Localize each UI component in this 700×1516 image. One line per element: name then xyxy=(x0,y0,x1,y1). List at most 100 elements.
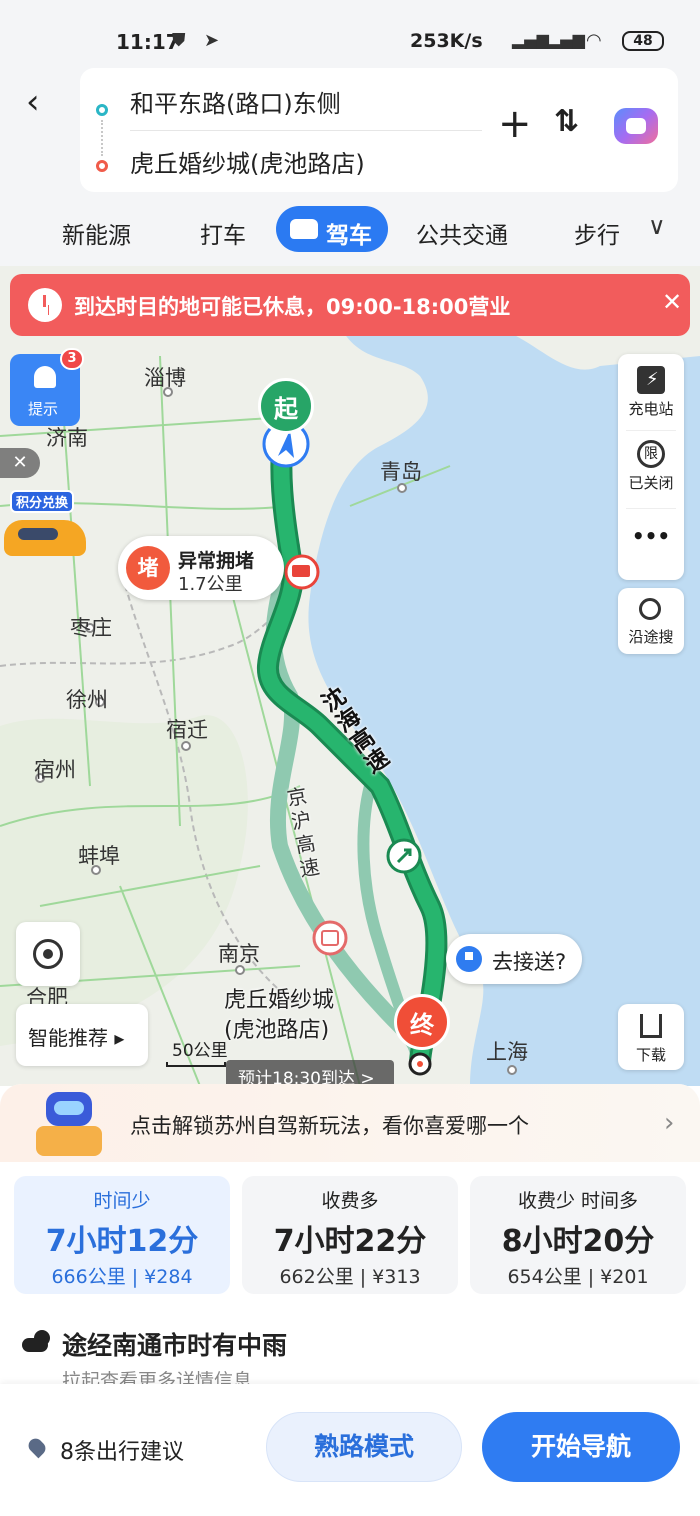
tab-public-transit[interactable]: 公共交通 xyxy=(416,216,508,250)
charging-station-button[interactable]: ⚡ 充电站 xyxy=(618,366,684,419)
pickup-button[interactable]: 去接送? xyxy=(446,934,582,984)
battery-indicator: 48 xyxy=(622,31,664,51)
destination-map-label: 虎丘婚纱城 (虎池路店) xyxy=(224,986,334,1046)
download-button[interactable]: 下载 xyxy=(618,1004,684,1070)
more-options-button[interactable]: ••• xyxy=(618,524,684,548)
route-connector xyxy=(101,120,103,156)
destination-dot-icon xyxy=(96,160,108,172)
route-option-card[interactable]: 时间少 7小时12分 666公里 | ¥284 xyxy=(14,1176,230,1294)
assistant-app-button[interactable] xyxy=(614,108,658,144)
status-time: 11:17 xyxy=(116,30,180,54)
familiar-route-mode-button[interactable]: 熟路模式 xyxy=(266,1412,462,1482)
city-label-qingdao: 青岛 xyxy=(380,460,422,484)
locate-icon xyxy=(33,939,63,969)
tab-new-energy[interactable]: 新能源 xyxy=(62,216,131,250)
route-meta: 654公里 | ¥201 xyxy=(507,1266,649,1288)
city-label-xuzhou: 徐州 xyxy=(66,688,108,712)
points-exchange-promo[interactable]: 积分兑换 xyxy=(0,486,92,566)
origin-field[interactable]: 和平东路(路口)东侧 xyxy=(130,84,341,119)
destination-field[interactable]: 虎丘婚纱城(虎池路店) xyxy=(130,144,365,179)
origin-dot-icon xyxy=(96,104,108,116)
restriction-label: 已关闭 xyxy=(628,474,674,492)
restriction-icon: 限 xyxy=(637,440,665,468)
notification-button[interactable]: 3 提示 xyxy=(10,348,84,426)
city-label-zibo: 淄博 xyxy=(144,366,186,390)
business-hours-alert[interactable]: 到达时目的地可能已休息，09:00-18:00营业 ✕ xyxy=(10,274,690,336)
charging-label: 充电站 xyxy=(628,400,674,418)
transport-mode-tabs: 新能源 打车 驾车 公共交通 步行 ∨ xyxy=(0,200,700,266)
search-along-route-button[interactable]: 沿途搜 xyxy=(618,588,684,654)
search-along-label: 沿途搜 xyxy=(628,628,674,646)
map-canvas xyxy=(0,318,700,1086)
route-tag: 时间少 xyxy=(93,1190,151,1212)
pickup-label: 去接送? xyxy=(492,950,567,974)
close-icon[interactable]: ✕ xyxy=(662,288,682,316)
route-input-box: 和平东路(路口)东侧 虎丘婚纱城(虎池路店) + ⇅ xyxy=(80,68,678,192)
jam-title: 异常拥堵 xyxy=(178,550,255,572)
weather-icon xyxy=(22,1330,52,1356)
destination-label-line1: 虎丘婚纱城 xyxy=(224,988,335,1013)
clock-icon xyxy=(28,288,62,322)
route-option-card[interactable]: 收费多 7小时22分 662公里 | ¥313 xyxy=(242,1176,458,1294)
route-meta: 662公里 | ¥313 xyxy=(279,1266,421,1288)
traffic-jam-bubble[interactable]: 堵 异常拥堵 1.7公里 xyxy=(118,536,284,600)
tab-taxi[interactable]: 打车 xyxy=(200,216,246,250)
route-meta: 666公里 | ¥284 xyxy=(51,1266,193,1288)
divider xyxy=(130,130,482,131)
search-icon xyxy=(639,598,661,620)
route-tag: 收费少 时间多 xyxy=(517,1190,639,1212)
flag-icon xyxy=(456,946,482,972)
route-duration: 8小时20分 xyxy=(501,1224,655,1259)
swap-route-button[interactable]: ⇅ xyxy=(554,104,579,139)
start-marker: 起 xyxy=(258,378,314,434)
action-footer: 8条出行建议 熟路模式 开始导航 xyxy=(0,1384,700,1516)
chevron-down-icon[interactable]: ∨ xyxy=(648,212,666,240)
start-navigation-button[interactable]: 开始导航 xyxy=(482,1412,680,1482)
map-scale-text: 50公里 xyxy=(172,1041,228,1061)
promo-close-button[interactable]: ✕ xyxy=(0,448,40,478)
search-header: ‹ 和平东路(路口)东侧 虎丘婚纱城(虎池路店) + ⇅ xyxy=(0,60,700,200)
tab-drive[interactable]: 驾车 xyxy=(276,206,388,252)
route-option-card[interactable]: 收费少 时间多 8小时20分 654公里 | ¥201 xyxy=(470,1176,686,1294)
map-view[interactable]: 沈海高速 京沪高速 淄博 济南 青岛 枣庄 徐州 宿迁 宿州 蚌埠 南京 合肥 … xyxy=(0,266,700,1086)
destination-label-line2: (虎池路店) xyxy=(224,1018,330,1043)
jam-distance: 1.7公里 xyxy=(178,574,243,595)
location-pin-icon xyxy=(25,1435,49,1459)
map-scale-bar xyxy=(166,1062,226,1067)
add-waypoint-button[interactable]: + xyxy=(498,104,532,144)
smart-recommend-button[interactable]: 智能推荐 ▸ xyxy=(16,1004,148,1066)
chevron-right-icon: › xyxy=(664,1108,675,1138)
city-label-nanjing: 南京 xyxy=(218,942,260,966)
banner-text: 点击解锁苏州自驾新玩法，看你喜爱哪一个 xyxy=(130,1114,529,1138)
city-label-bengbu: 蚌埠 xyxy=(78,844,120,868)
back-button[interactable]: ‹ xyxy=(26,82,62,122)
tab-walk[interactable]: 步行 xyxy=(574,216,620,250)
bell-icon xyxy=(34,366,56,388)
signal-icon-2: ▂▄▆ xyxy=(548,30,585,49)
promo-banner[interactable]: 点击解锁苏州自驾新玩法，看你喜爱哪一个 › xyxy=(0,1084,700,1162)
province-border xyxy=(0,595,301,667)
route-duration: 7小时12分 xyxy=(45,1224,199,1259)
download-label: 下载 xyxy=(635,1046,666,1064)
eta-pill[interactable]: 预计18:30到达 > xyxy=(226,1060,394,1086)
weather-subtitle: 拉起查看更多详情信息 xyxy=(62,1370,253,1384)
car-icon xyxy=(290,219,318,239)
signal-icon: ▂▄▆ xyxy=(512,30,549,49)
car-illustration-icon xyxy=(4,520,86,556)
shield-icon: ⛊ xyxy=(172,30,186,51)
weather-title[interactable]: 途经南通市时有中雨 xyxy=(62,1326,287,1362)
network-speed: 253K/s xyxy=(410,30,483,52)
charging-icon: ⚡ xyxy=(637,366,665,394)
locate-button[interactable] xyxy=(16,922,80,986)
location-arrow-icon: ➤ xyxy=(204,30,220,51)
travel-advice-link[interactable]: 8条出行建议 xyxy=(60,1434,184,1466)
divider xyxy=(626,508,676,509)
restriction-button[interactable]: 限 已关闭 xyxy=(618,440,684,493)
robot-icon xyxy=(30,1092,110,1158)
city-label-shanghai: 上海 xyxy=(486,1040,528,1064)
city-label-suqian: 宿迁 xyxy=(166,718,208,742)
download-icon xyxy=(640,1014,662,1038)
alert-text: 到达时目的地可能已休息，09:00-18:00营业 xyxy=(74,295,511,319)
jam-badge: 堵 xyxy=(126,546,170,590)
divider xyxy=(626,430,676,431)
